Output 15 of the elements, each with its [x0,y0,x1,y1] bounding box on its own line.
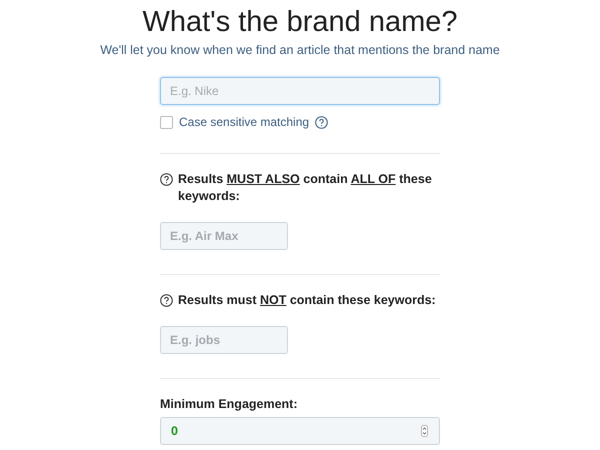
help-icon[interactable] [315,116,328,128]
spinner-icon[interactable] [421,425,428,437]
page-title: What's the brand name? [142,5,458,40]
keywords-field[interactable]: E.g. Air Max [160,222,288,250]
help-icon[interactable] [160,294,173,307]
page-subtitle: We'll let you know when we find an article that mentions the brand name [100,43,500,57]
checkbox[interactable] [160,116,173,128]
engagement-label: Minimum Engagement: [160,397,299,411]
checkbox-label: Case sensitive matching [179,115,310,129]
section-heading: Results MUST ALSO contain ALL OF these keywords: [178,171,433,205]
section-heading: Results must NOT contain these keywords: [178,292,436,309]
engagement-field[interactable]: 0 [160,417,440,445]
keywords-field[interactable]: E.g. jobs [160,326,288,354]
help-icon[interactable] [160,173,173,186]
brand-name-field[interactable]: E.g. Nike [160,77,440,105]
